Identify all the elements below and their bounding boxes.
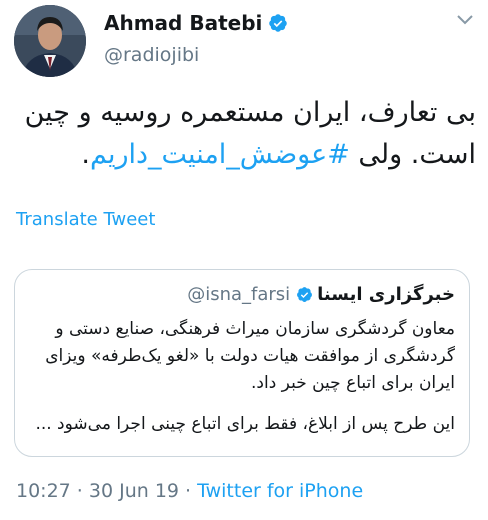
verified-badge-icon — [297, 287, 313, 302]
quoted-author-handle: @isna_farsi — [187, 284, 291, 305]
author-name-row[interactable]: Ahmad Batebi — [104, 11, 288, 35]
tweet-source-link[interactable]: Twitter for iPhone — [197, 480, 363, 502]
tweet-text-end: . — [81, 139, 90, 170]
chevron-down-icon[interactable] — [456, 14, 474, 26]
translate-tweet-link[interactable]: Translate Tweet — [16, 209, 155, 230]
author-display-name[interactable]: Ahmad Batebi — [104, 11, 262, 35]
avatar[interactable] — [14, 5, 86, 77]
tweet-date[interactable]: 30 Jun 19 — [89, 480, 179, 502]
quoted-tweet-paragraph: معاون گردشگری سازمان میراث فرهنگی، صنایع… — [45, 319, 455, 393]
quoted-tweet-paragraph: این طرح پس از ابلاغ، فقط برای اتباع چینی… — [35, 414, 455, 434]
tweet-text: بی تعارف، ایران مستعمره روسیه و چین است.… — [16, 92, 476, 176]
tweet-time[interactable]: 10:27 — [16, 480, 71, 502]
author-handle[interactable]: @radiojibi — [104, 44, 199, 66]
tweet-meta: 10:27 · 30 Jun 19 · Twitter for iPhone — [16, 480, 363, 502]
hashtag-link[interactable]: #عوضش_امنیت_داریم — [90, 139, 350, 170]
quoted-tweet-header: @isna_farsi خبرگزاری ایسنا — [187, 284, 455, 305]
verified-badge-icon — [269, 14, 288, 32]
quoted-tweet-card[interactable]: @isna_farsi خبرگزاری ایسنا معاون گردشگری… — [14, 269, 470, 457]
meta-separator: · — [179, 480, 198, 502]
quoted-author-name: خبرگزاری ایسنا — [317, 284, 455, 305]
quoted-tweet-text: معاون گردشگری سازمان میراث فرهنگی، صنایع… — [25, 316, 455, 438]
meta-separator: · — [70, 480, 89, 502]
